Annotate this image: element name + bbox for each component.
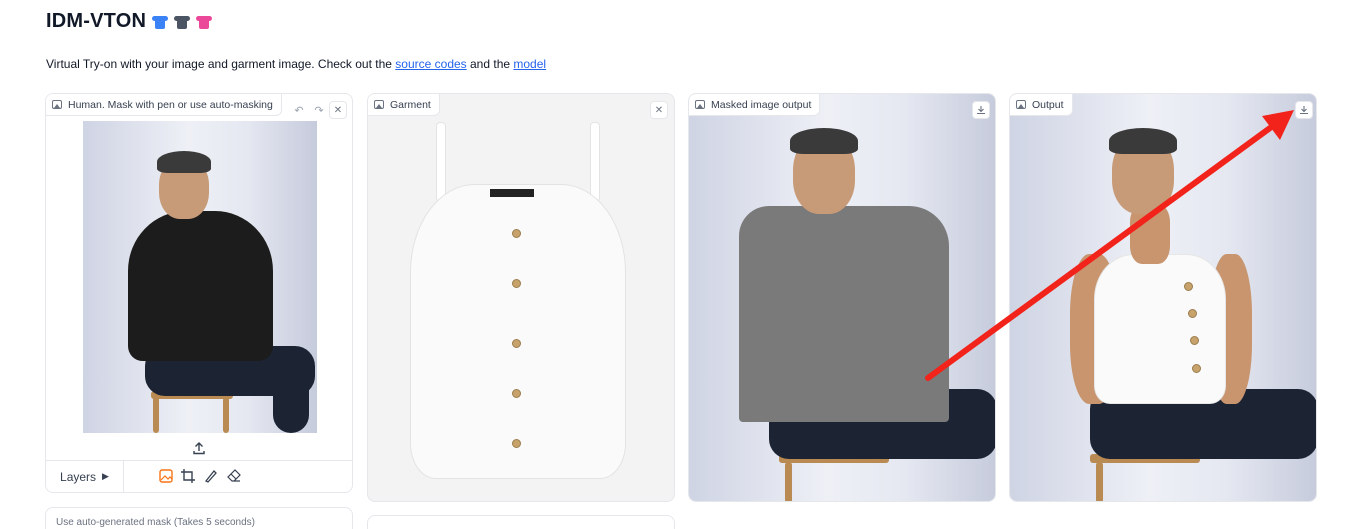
human-label-text: Human. Mask with pen or use auto-masking (68, 98, 273, 111)
clear-garment-button[interactable]: ✕ (650, 101, 668, 119)
upload-icon[interactable] (192, 441, 206, 455)
description-mid-text: and the (466, 57, 514, 71)
garment-panel-label: Garment (368, 94, 440, 116)
output-label-text: Output (1032, 98, 1064, 111)
crop-icon[interactable] (180, 468, 196, 484)
output-photo (1010, 94, 1316, 501)
leg-shape (273, 361, 309, 433)
hair-shape (157, 151, 211, 173)
layers-label: Layers (60, 469, 97, 484)
tank-top-shape (1094, 254, 1226, 404)
masked-panel-label: Masked image output (689, 94, 821, 116)
layers-button[interactable]: Layers ▶ (46, 461, 124, 492)
image-icon (1016, 100, 1026, 109)
stool-leg-left (153, 397, 159, 433)
human-image-editor[interactable]: Human. Mask with pen or use auto-masking… (45, 93, 353, 493)
image-icon (695, 100, 705, 109)
download-output-button[interactable] (1295, 101, 1313, 119)
description-text: Virtual Try-on with your image and garme… (46, 57, 396, 71)
blouse-icon (196, 14, 213, 30)
garment-tag (490, 189, 534, 197)
garment-button-4 (512, 389, 521, 398)
page-title: IDM-VTON (46, 10, 213, 33)
jacket-shape (128, 211, 273, 361)
caret-right-icon: ▶ (102, 471, 109, 481)
output-button-2 (1188, 309, 1197, 318)
page-description: Virtual Try-on with your image and garme… (46, 57, 546, 71)
stool-leg-right (223, 397, 229, 433)
download-icon (977, 106, 985, 115)
app-title-text: IDM-VTON (46, 10, 147, 32)
strap-right (590, 122, 600, 202)
image-icon (52, 100, 62, 109)
hair-shape (1109, 128, 1177, 154)
strap-left (436, 122, 446, 202)
masked-output-panel: Masked image output (688, 93, 996, 502)
download-masked-button[interactable] (972, 101, 990, 119)
download-icon (1300, 106, 1308, 115)
masked-label-text: Masked image output (711, 98, 812, 111)
human-photo[interactable] (83, 121, 317, 433)
brush-icon[interactable] (203, 468, 219, 484)
eraser-icon[interactable] (226, 468, 242, 484)
shirt-icon (174, 14, 191, 30)
output-panel-label: Output (1010, 94, 1073, 116)
clear-human-button[interactable]: ✕ (329, 101, 347, 119)
garment-image-panel[interactable]: Garment ✕ (367, 93, 675, 502)
tank-top-shape (410, 184, 626, 479)
gray-mask-shape (739, 206, 949, 422)
image-icon (374, 100, 384, 109)
garment-description-box[interactable] (367, 515, 675, 529)
masked-photo (689, 94, 995, 501)
auto-mask-label: Use auto-generated mask (Takes 5 seconds… (56, 517, 255, 528)
output-button-4 (1192, 364, 1201, 373)
image-tool-icon[interactable] (158, 468, 174, 484)
t-shirt-icon (152, 14, 169, 30)
undo-icon[interactable]: ↶ (291, 102, 307, 118)
stool-leg (785, 462, 792, 501)
garment-button-2 (512, 279, 521, 288)
garment-button-5 (512, 439, 521, 448)
source-codes-link[interactable]: source codes (395, 57, 466, 71)
output-button-3 (1190, 336, 1199, 345)
output-panel: Output (1009, 93, 1317, 502)
garment-photo[interactable] (398, 114, 638, 484)
editor-toolbar: Layers ▶ (46, 460, 352, 492)
output-button-1 (1184, 282, 1193, 291)
garment-button-1 (512, 229, 521, 238)
garment-button-3 (512, 339, 521, 348)
redo-icon[interactable]: ↷ (311, 102, 327, 118)
garment-label-text: Garment (390, 98, 431, 111)
stool-leg (1096, 462, 1103, 501)
hair-shape (790, 128, 858, 154)
human-panel-label: Human. Mask with pen or use auto-masking (46, 94, 282, 116)
model-link[interactable]: model (513, 57, 546, 71)
